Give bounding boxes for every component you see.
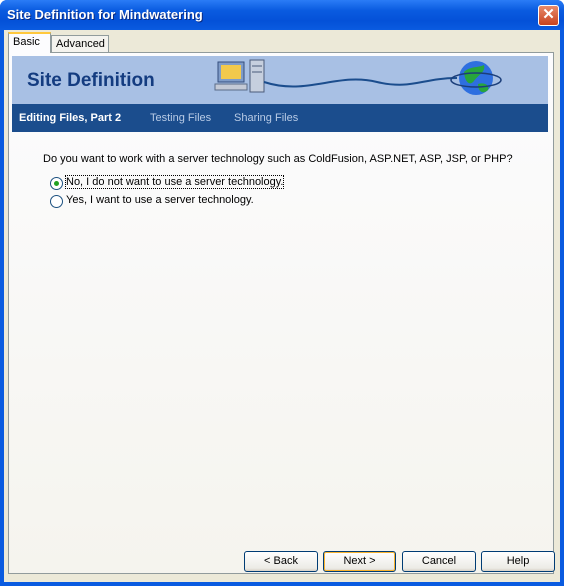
title-bar[interactable]: Site Definition for Mindwatering ✕ — [0, 0, 564, 30]
radio-yes[interactable] — [50, 195, 63, 208]
tab-basic[interactable]: Basic — [8, 32, 51, 53]
globe-icon — [450, 61, 502, 95]
radio-no[interactable] — [50, 177, 63, 190]
server-icon — [249, 59, 265, 93]
cancel-button[interactable]: Cancel — [402, 551, 476, 572]
radio-yes-label[interactable]: Yes, I want to use a server technology. — [66, 194, 254, 206]
back-button[interactable]: < Back — [244, 551, 318, 572]
tab-advanced-label: Advanced — [56, 38, 105, 50]
server-technology-question: Do you want to work with a server techno… — [43, 153, 513, 165]
wizard-banner: Site Definition — [12, 56, 548, 104]
tab-basic-label: Basic — [13, 36, 40, 48]
dialog-window: Site Definition for Mindwatering ✕ Basic… — [0, 0, 564, 586]
wizard-steps-bar: Editing Files, Part 2 Testing Files Shar… — [12, 104, 548, 132]
tab-advanced[interactable]: Advanced — [51, 35, 109, 53]
close-icon: ✕ — [542, 6, 555, 23]
network-graphic — [214, 59, 502, 95]
help-button[interactable]: Help — [481, 551, 555, 572]
step-sharing-files: Sharing Files — [234, 112, 299, 124]
next-button[interactable]: Next > — [323, 551, 396, 572]
step-editing-files-part-2: Editing Files, Part 2 — [19, 112, 122, 124]
radio-no-label[interactable]: No, I do not want to use a server techno… — [64, 175, 285, 189]
radio-selected-dot — [54, 181, 59, 186]
close-button[interactable]: ✕ — [538, 5, 559, 26]
banner-title: Site Definition — [27, 70, 155, 91]
dialog-client: Basic Advanced Site Definition Editing F… — [4, 30, 560, 582]
window-title: Site Definition for Mindwatering — [7, 7, 203, 22]
monitor-icon — [214, 61, 248, 91]
step-testing-files: Testing Files — [150, 112, 212, 124]
